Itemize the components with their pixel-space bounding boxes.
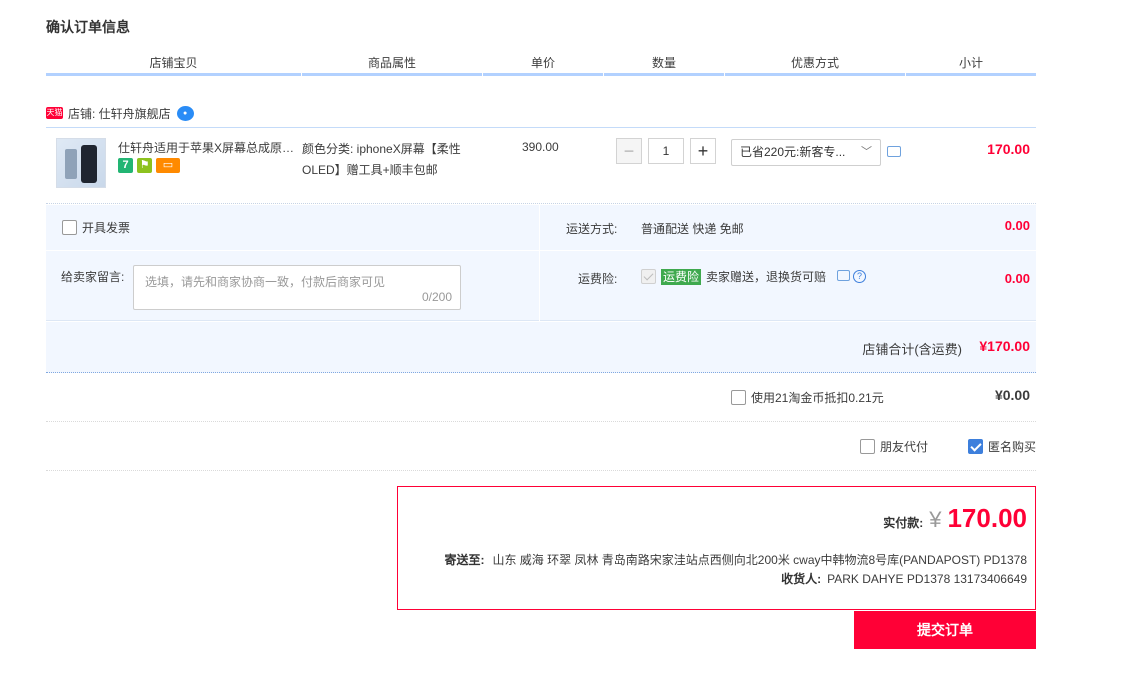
warranty-icon[interactable]: ⚑ <box>137 158 152 173</box>
column-header-subtotal: 小计 <box>906 55 1036 76</box>
table-header: 店铺宝贝 商品属性 单价 数量 优惠方式 小计 <box>46 55 1036 77</box>
address-value: 山东 威海 环翠 凤林 青岛南路宋家洼站点西侧向北200米 cway中韩物流8号… <box>492 553 1027 567</box>
column-header-item: 店铺宝贝 <box>46 55 301 76</box>
coin-row: 使用21淘金币抵扣0.21元 ¥0.00 <box>46 374 1036 422</box>
invoice-label: 开具发票 <box>82 221 131 235</box>
insurance-fee: 0.00 <box>1004 271 1030 286</box>
discount-value: 已省220元:新客专... <box>740 145 846 159</box>
shipping-fee: 0.00 <box>1004 218 1030 233</box>
product-thumbnail[interactable] <box>56 138 106 188</box>
shipping-label: 运送方式: <box>566 222 618 236</box>
message-placeholder: 选填，请先和商家协商一致，付款后商家可见 <box>145 275 386 289</box>
shop-total-bar: 店铺合计(含运费) ¥170.00 <box>46 322 1036 373</box>
payment-options-row: 朋友代付 匿名购买 <box>46 423 1036 471</box>
product-image-back <box>65 149 77 179</box>
column-header-unit-price: 单价 <box>483 55 603 76</box>
message-counter: 0/200 <box>421 290 452 304</box>
anonymous-checkbox[interactable] <box>968 439 983 454</box>
friend-pay-checkbox[interactable] <box>860 439 875 454</box>
receiver-label: 收货人: <box>781 572 822 586</box>
insurance-option: 运费险 卖家赠送，退换货可赔 ? <box>641 268 867 285</box>
comment-icon[interactable] <box>887 146 901 157</box>
receiver: 收货人: PARK DAHYE PD1378 13173406649 <box>781 570 1027 587</box>
friend-pay-option[interactable]: 朋友代付 <box>860 438 928 455</box>
tmall-icon: 天猫 <box>46 107 63 119</box>
help-icon[interactable]: ? <box>853 270 867 283</box>
invoice-checkbox[interactable] <box>62 220 77 235</box>
panel-divider <box>539 205 540 321</box>
insurance-tag: 运费险 <box>661 268 702 285</box>
shop-row: 天猫 店铺: 仕轩舟旗舰店 ● <box>46 103 194 123</box>
order-extras-panel: 开具发票 给卖家留言: 选填，请先和商家协商一致，付款后商家可见 0/200 运… <box>46 205 1036 321</box>
coin-amount: ¥0.00 <box>994 387 1030 403</box>
product-image-phone <box>81 145 97 183</box>
address-label: 寄送至: <box>444 553 485 567</box>
anonymous-label: 匿名购买 <box>988 440 1037 454</box>
column-header-discount: 优惠方式 <box>725 55 905 76</box>
invoice-option[interactable]: 开具发票 <box>62 219 130 236</box>
unit-price: 390.00 <box>522 140 559 154</box>
quantity-minus-button[interactable]: − <box>616 138 642 164</box>
shop-total-amount: ¥170.00 <box>979 338 1030 354</box>
seller-message-field[interactable]: 选填，请先和商家协商一致，付款后商家可见 0/200 <box>133 265 461 310</box>
receiver-value: PARK DAHYE PD1378 13173406649 <box>827 572 1027 586</box>
insurance-text: 卖家赠送，退换货可赔 <box>706 270 827 284</box>
product-attributes: 颜色分类: iphoneX屏幕【柔性OLED】赠工具+顺丰包邮 <box>302 142 461 177</box>
paid-label: 实付款: <box>883 516 924 530</box>
column-header-attributes: 商品属性 <box>302 55 482 76</box>
shipping-method: 普通配送 快递 免邮 <box>641 222 744 236</box>
order-item: 仕轩舟适用于苹果X屏幕总成原装iphoneX屏幕 7 ⚑ ▭ 颜色分类: iph… <box>46 127 1036 204</box>
anonymous-option[interactable]: 匿名购买 <box>968 438 1036 455</box>
message-label: 给卖家留言: <box>61 270 125 284</box>
coin-option[interactable]: 使用21淘金币抵扣0.21元 <box>731 389 884 406</box>
product-title[interactable]: 仕轩舟适用于苹果X屏幕总成原装iphoneX屏幕 <box>118 139 296 156</box>
order-summary: 实付款: ¥ 170.00 寄送至: 山东 威海 环翠 凤林 青岛南路宋家洼站点西… <box>397 486 1036 610</box>
quantity-stepper: − 1 + <box>616 138 716 164</box>
card-payment-icon[interactable]: ▭ <box>156 158 180 173</box>
shop-name[interactable]: 店铺: 仕轩舟旗舰店 <box>68 105 171 122</box>
chevron-down-icon: ﹀ <box>861 146 872 158</box>
quantity-input[interactable]: 1 <box>648 138 684 164</box>
quantity-plus-button[interactable]: + <box>690 138 716 164</box>
insurance-checkbox <box>641 269 656 284</box>
seven-day-return-icon[interactable]: 7 <box>118 158 133 173</box>
insurance-label: 运费险: <box>578 272 618 286</box>
paid-amount-row: 实付款: ¥ 170.00 <box>883 503 1027 534</box>
paid-amount: 170.00 <box>947 503 1027 533</box>
coin-checkbox[interactable] <box>731 390 746 405</box>
friend-pay-label: 朋友代付 <box>880 440 929 454</box>
coin-label: 使用21淘金币抵扣0.21元 <box>751 391 884 405</box>
chat-icon[interactable]: ● <box>176 105 194 121</box>
submit-order-button[interactable]: 提交订单 <box>854 611 1036 649</box>
shop-total-label: 店铺合计(含运费) <box>862 342 962 357</box>
column-header-quantity: 数量 <box>604 55 724 76</box>
discount-select[interactable]: 已省220元:新客专... ﹀ <box>731 139 881 166</box>
page-title: 确认订单信息 <box>46 19 130 35</box>
comment-icon[interactable] <box>837 270 851 281</box>
item-subtotal: 170.00 <box>987 141 1030 157</box>
panel-divider <box>46 250 1036 251</box>
service-icons: 7 ⚑ ▭ <box>118 158 180 173</box>
shipping-address: 寄送至: 山东 威海 环翠 凤林 青岛南路宋家洼站点西侧向北200米 cway中韩… <box>444 551 1027 568</box>
currency-symbol: ¥ <box>929 507 942 532</box>
